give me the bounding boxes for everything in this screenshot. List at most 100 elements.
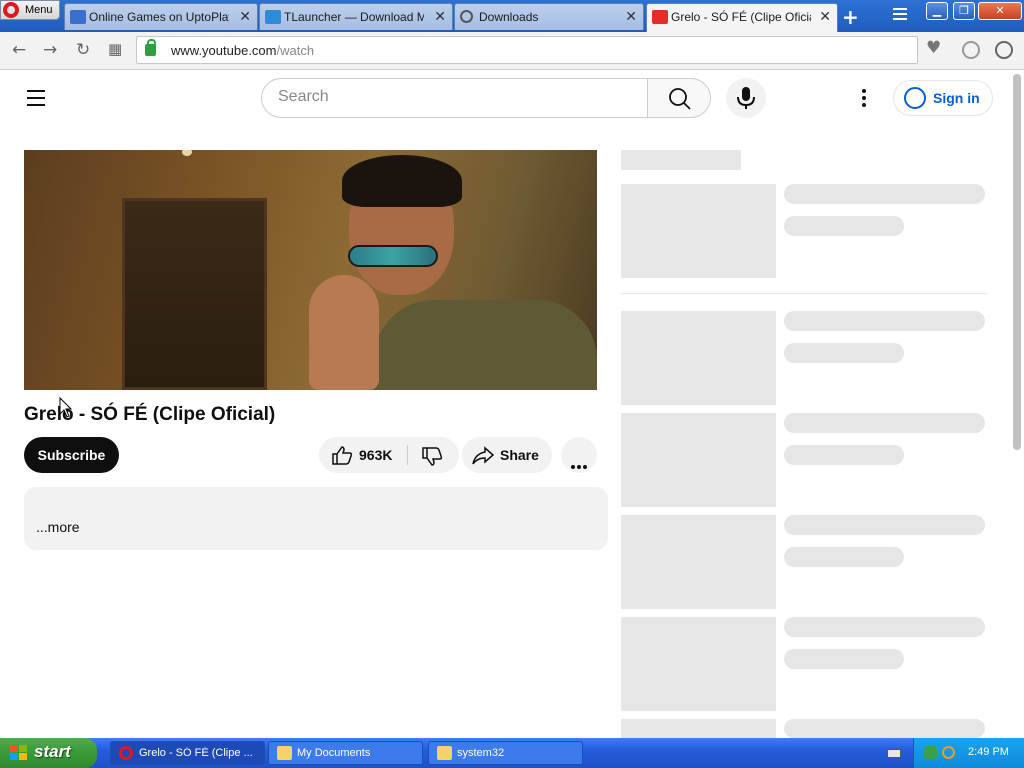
like-dislike-segment: 963K — [319, 437, 459, 473]
new-tab-plus-icon[interactable]: + — [842, 5, 859, 29]
heart-bookmark-icon[interactable]: ♥ — [926, 38, 944, 58]
close-tab-icon[interactable]: ✕ — [239, 8, 251, 25]
tab-title: TLauncher — Download Mine — [284, 10, 424, 24]
url-path: /watch — [276, 43, 315, 58]
url-host: www.youtube.com — [171, 43, 277, 58]
taskbar-item-opera[interactable]: Grelo - SÓ FÉ (Clipe ... — [110, 741, 265, 765]
skeleton-thumbnail — [621, 311, 776, 405]
minimize-window-button[interactable]: ▁ — [926, 2, 948, 20]
search-tray-icon[interactable] — [942, 746, 955, 759]
voice-search-button[interactable] — [726, 78, 766, 118]
search-input[interactable] — [278, 88, 628, 106]
folder-icon — [277, 746, 292, 760]
skeleton-line — [784, 515, 985, 535]
search-icon — [669, 88, 691, 110]
tab-title: Downloads — [479, 10, 539, 24]
taskbar-clock[interactable]: 2:49 PM — [968, 746, 1009, 758]
skeleton-line — [784, 649, 904, 669]
opera-menu-label: Menu — [25, 4, 53, 16]
opera-menu-button[interactable]: Menu — [0, 0, 60, 20]
page-scrollbar-thumb[interactable] — [1013, 74, 1021, 450]
search-box — [261, 78, 649, 118]
video-frame-person-hair — [342, 155, 462, 207]
share-button[interactable]: Share — [462, 437, 552, 473]
taskbar-item-system32[interactable]: system32 — [428, 741, 583, 765]
start-label: start — [34, 742, 71, 761]
browser-navigation-bar: ← → ↻ ▦ www.youtube.com/watch ♥ — [0, 32, 1024, 70]
search-button[interactable] — [647, 78, 711, 118]
taskbar-item-my-documents[interactable]: My Documents — [268, 741, 423, 765]
windows-flag-icon — [10, 745, 28, 761]
uptoplay-icon — [70, 10, 86, 24]
keyboard-layout-icon[interactable] — [887, 749, 901, 758]
opera-logo-icon — [3, 2, 19, 18]
video-frame-person-body — [374, 300, 597, 390]
forward-arrow-icon[interactable]: → — [43, 40, 57, 60]
share-label: Share — [500, 447, 539, 463]
tab-tlauncher[interactable]: TLauncher — Download Mine ✕ — [259, 3, 453, 30]
tab-youtube-active[interactable]: Grelo - SÓ FÉ (Clipe Oficial) - ✕ — [646, 3, 838, 32]
more-actions-button[interactable] — [561, 437, 597, 473]
skeleton-line — [784, 547, 904, 567]
skeleton-line — [784, 343, 904, 363]
skeleton-thumbnail — [621, 413, 776, 507]
download-icon — [460, 10, 473, 23]
tlauncher-icon — [265, 10, 281, 24]
thumbs-up-icon[interactable] — [331, 445, 353, 465]
tab-downloads[interactable]: Downloads ✕ — [454, 3, 644, 30]
close-tab-icon[interactable]: ✕ — [625, 8, 637, 25]
video-frame-door — [122, 198, 267, 390]
speed-dial-grid-icon[interactable]: ▦ — [108, 40, 122, 58]
tab-title: Grelo - SÓ FÉ (Clipe Oficial) - — [671, 10, 811, 24]
skeleton-line — [784, 413, 985, 433]
skeleton-line — [784, 445, 904, 465]
skeleton-line — [784, 184, 985, 204]
close-window-button[interactable]: ✕ — [978, 2, 1022, 20]
browser-tab-bar: Menu Online Games on UptoPlay — ✕ TLaunc… — [0, 0, 1024, 32]
skeleton-thumbnail — [621, 617, 776, 711]
start-button[interactable]: start — [0, 738, 97, 768]
tab-list-menu-icon[interactable] — [893, 8, 907, 22]
skeleton-thumbnail — [621, 184, 776, 278]
description-box[interactable]: ...more — [24, 487, 608, 550]
network-tray-icon[interactable] — [924, 746, 937, 759]
sign-in-button[interactable]: Sign in — [893, 80, 993, 116]
restore-window-button[interactable]: ❐ — [953, 2, 975, 20]
skeleton-divider — [621, 293, 987, 294]
like-count[interactable]: 963K — [359, 447, 392, 463]
close-tab-icon[interactable]: ✕ — [819, 8, 831, 25]
more-horizontal-icon — [571, 454, 589, 473]
video-player[interactable] — [24, 150, 597, 390]
skeleton-line — [784, 311, 985, 331]
like-divider — [407, 445, 408, 465]
skeleton-chip — [621, 150, 741, 170]
mouse-cursor-icon — [59, 397, 73, 418]
opera-icon — [119, 746, 133, 760]
guide-menu-icon[interactable] — [27, 90, 45, 111]
skeleton-thumbnail — [621, 719, 776, 738]
video-frame-lamp — [182, 150, 192, 156]
account-icon[interactable] — [995, 41, 1013, 59]
reload-icon[interactable]: ↻ — [76, 40, 90, 60]
lock-icon — [145, 39, 156, 56]
account-circle-icon — [904, 87, 926, 109]
video-frame-praying-hands — [309, 275, 379, 390]
settings-kebab-icon[interactable] — [862, 89, 867, 110]
skeleton-thumbnail — [621, 515, 776, 609]
subscribe-button[interactable]: Subscribe — [24, 437, 119, 473]
description-more-link[interactable]: ...more — [36, 519, 80, 535]
address-bar[interactable]: www.youtube.com/watch — [136, 36, 918, 64]
tab-uptoplay[interactable]: Online Games on UptoPlay — ✕ — [64, 3, 258, 30]
back-arrow-icon[interactable]: ← — [12, 40, 26, 60]
taskbar-item-label: system32 — [457, 747, 505, 759]
share-arrow-icon — [472, 446, 494, 465]
windows-taskbar: start Grelo - SÓ FÉ (Clipe ... My Docume… — [0, 738, 1024, 768]
youtube-icon — [652, 10, 668, 24]
skeleton-line — [784, 617, 985, 637]
thumbs-down-icon[interactable] — [421, 446, 443, 466]
downloads-icon[interactable] — [962, 41, 980, 59]
microphone-icon — [737, 87, 755, 109]
tab-title: Online Games on UptoPlay — — [89, 10, 229, 24]
video-frame-sunglasses — [348, 245, 438, 267]
close-tab-icon[interactable]: ✕ — [434, 8, 446, 25]
